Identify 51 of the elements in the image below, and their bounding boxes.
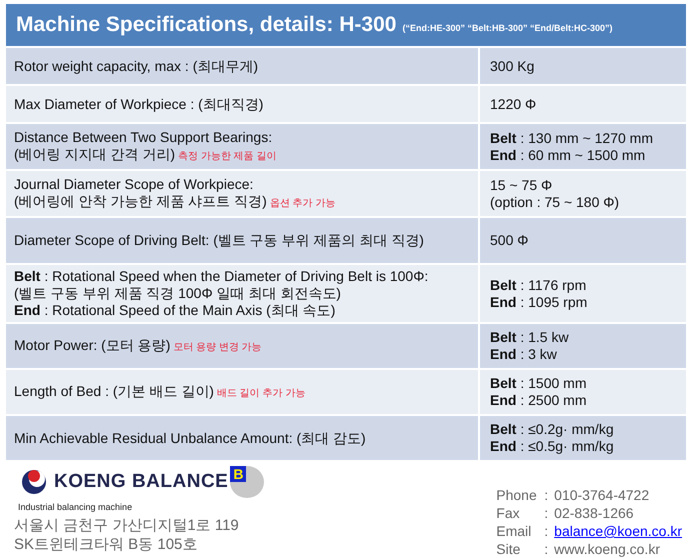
contact-label: Email	[496, 522, 532, 540]
address-line: 서울시 금천구 가산디지털1로 119	[14, 516, 240, 535]
spec-value: Belt : 130 mm ~ 1270 mm	[490, 130, 654, 146]
spec-label: End : Rotational Speed of the Main Axis (최대 속도)	[14, 302, 336, 318]
spec-note: 옵션 추가 가능	[270, 198, 336, 208]
spec-note: 모터 용량 변경 가능	[173, 342, 262, 352]
spec-value: Belt : 1176 rpm	[490, 276, 588, 294]
spec-value: 1220 Φ	[490, 96, 538, 112]
spec-label: Belt : Rotational Speed when the Diameter of Driving Belt is 100Φ:	[14, 268, 428, 284]
contact-label: Phone	[496, 486, 538, 504]
spec-value: (option : 75 ~ 180 Φ)	[490, 194, 620, 210]
spec-label: (베어링에 안착 가능한 제품 샤프트 직경)	[14, 192, 267, 208]
spec-value: 15 ~ 75 Φ	[490, 176, 554, 194]
spec-note: 측정 가능한 제품 길이	[178, 150, 276, 162]
spec-value: Belt : 1.5 kw	[490, 329, 570, 346]
contact-value: 010-3764-4722	[554, 486, 650, 504]
spec-label: Rotor weight capacity, max : (최대무게)	[14, 58, 258, 74]
contact-value: 02-838-1266	[554, 504, 634, 522]
separator: :	[544, 522, 548, 540]
company-name: KOENG BALANCE	[54, 471, 228, 493]
email-link[interactable]: balance@koen.co.kr	[554, 522, 682, 540]
spec-label: Motor Power: (모터 용량)	[14, 336, 170, 352]
spec-label: (베어링 지지대 간격 거리)	[14, 146, 175, 162]
contact-value: www.koeng.co.kr	[554, 540, 660, 558]
spec-label: Distance Between Two Support Bearings:	[14, 128, 272, 144]
badge-letter: B	[230, 466, 246, 482]
spec-label: Min Achievable Residual Unbalance Amount: (최대 감도)	[14, 430, 366, 446]
separator: :	[544, 540, 548, 558]
spec-value: End : 60 mm ~ 1500 mm	[490, 146, 646, 164]
separator: :	[544, 486, 548, 504]
spec-label: Length of Bed : (기본 배드 길이)	[14, 382, 214, 398]
tagline: Industrial balancing machine	[18, 502, 134, 512]
spec-value: Belt : 1500 mm	[490, 375, 588, 392]
spec-value: 500 Φ	[490, 232, 530, 249]
spec-label: Journal Diameter Scope of Workpiece:	[14, 176, 254, 192]
model-list: (“End:HE-300” “Belt:HB-300” “End/Belt:HC-300”)	[402, 17, 612, 33]
spec-label: (벨트 구동 부위 제품 직경 100Φ 일때 최대 회전속도)	[14, 285, 341, 301]
spec-note: 배드 길이 추가 가능	[216, 388, 306, 398]
spec-value: End : 1095 rpm	[490, 294, 588, 310]
spec-value: End : 2500 mm	[490, 392, 588, 409]
title: Machine Specifications, details: H-300	[16, 13, 396, 37]
contact-label: Fax	[496, 504, 521, 522]
spec-label: Diameter Scope of Driving Belt: (벨트 구동 부위 제품의 최대 직경)	[14, 232, 424, 248]
spec-value: End : ≤0.5g· mm/kg	[490, 438, 615, 455]
spec-value: 300 Kg	[490, 58, 536, 74]
spec-value: Belt : ≤0.2g· mm/kg	[490, 421, 615, 438]
address-line: SK트윈테크타워 B동 105호	[14, 535, 198, 554]
spec-label: Max Diameter of Workpiece : (최대직경)	[14, 96, 264, 112]
separator: :	[544, 504, 548, 522]
contact-label: Site	[496, 540, 522, 558]
spec-value: End : 3 kw	[490, 346, 558, 363]
